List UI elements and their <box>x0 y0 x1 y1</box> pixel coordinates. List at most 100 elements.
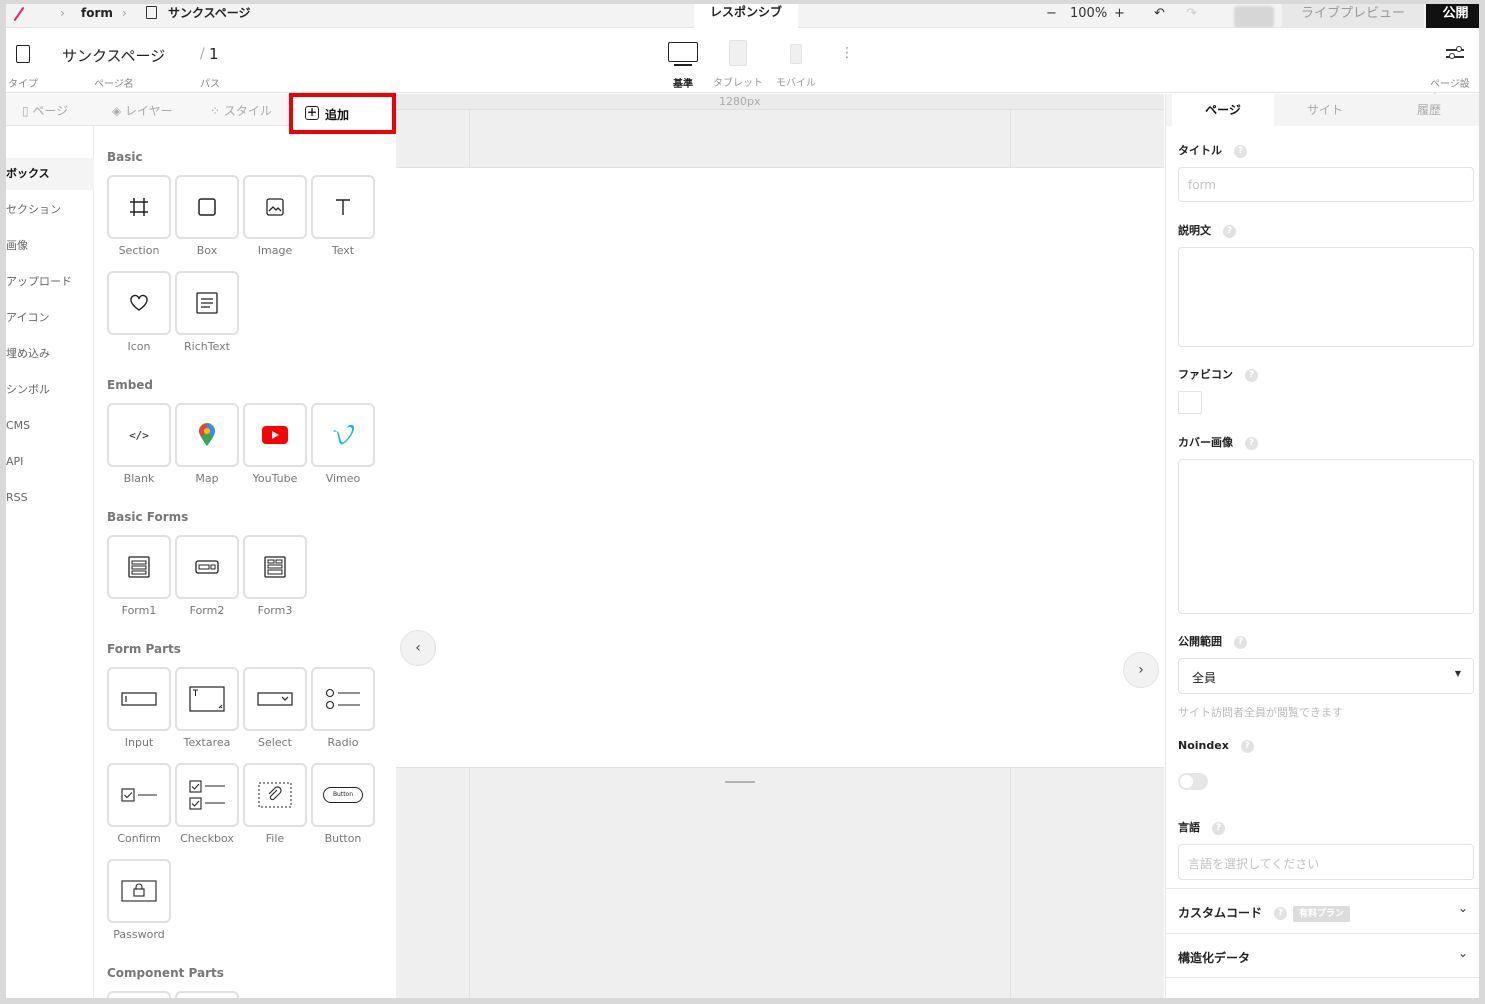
page-name-field[interactable]: サンクスページ <box>62 45 165 66</box>
avatar[interactable] <box>1234 6 1274 28</box>
tab-responsive[interactable]: レスポンシブ <box>694 4 798 28</box>
chevron-down-icon: ▼ <box>1454 669 1461 678</box>
description-textarea[interactable] <box>1178 247 1474 347</box>
description-label: 説明文? <box>1178 222 1236 238</box>
tile-text[interactable] <box>311 175 375 239</box>
tab-add[interactable]: + 追加 <box>289 93 396 134</box>
tab-style[interactable]: ⁘ スタイル <box>210 102 272 119</box>
help-icon[interactable]: ? <box>1234 635 1247 649</box>
category-api[interactable]: API <box>6 446 94 478</box>
category-cms[interactable]: CMS <box>6 410 94 442</box>
category-upload[interactable]: アップロード <box>6 266 94 298</box>
tile-confirm[interactable] <box>107 763 171 827</box>
category-rss[interactable]: RSS <box>6 482 94 514</box>
richtext-icon <box>196 292 218 314</box>
page-settings-icon[interactable] <box>1446 46 1464 60</box>
tab-history[interactable]: 履歴 <box>1378 94 1480 126</box>
breadcrumb-page[interactable]: サンクスページ <box>168 4 251 24</box>
help-icon[interactable]: ? <box>1212 821 1225 835</box>
tile-input[interactable] <box>107 667 171 731</box>
cover-image-upload[interactable] <box>1178 459 1474 614</box>
live-preview-button[interactable]: ライブプレビュー <box>1282 4 1424 28</box>
undo-icon[interactable]: ↶ <box>1154 6 1165 22</box>
tile-blank[interactable]: </> <box>107 403 171 467</box>
group-title-basic: Basic <box>107 150 143 164</box>
properties-tabs: ページ サイト 履歴 <box>1166 94 1480 126</box>
zoom-out-button[interactable]: − <box>1046 6 1057 22</box>
tile-radio[interactable] <box>311 667 375 731</box>
tile-password[interactable] <box>107 859 171 923</box>
help-icon[interactable]: ? <box>1245 368 1258 382</box>
chevron-down-icon: ⌄ <box>1457 901 1468 915</box>
tile-map[interactable] <box>175 403 239 467</box>
section-icon <box>130 198 148 216</box>
tile-icon[interactable] <box>107 271 171 335</box>
device-tablet[interactable]: タブレット <box>710 40 766 89</box>
tile-textarea[interactable] <box>175 667 239 731</box>
tile-section[interactable] <box>107 175 171 239</box>
category-box[interactable]: ボックス <box>6 158 94 190</box>
tab-page-settings[interactable]: ページ <box>1172 94 1274 126</box>
page-canvas[interactable] <box>396 167 1164 768</box>
custom-code-section[interactable]: カスタムコード? 有料プラン ⌄ <box>1166 888 1480 933</box>
tile-form1[interactable] <box>107 535 171 599</box>
tile-box[interactable] <box>175 175 239 239</box>
zoom-in-button[interactable]: + <box>1114 6 1125 22</box>
category-embed[interactable]: 埋め込み <box>6 338 94 370</box>
title-input[interactable]: form <box>1178 167 1474 202</box>
tile-component[interactable] <box>107 991 171 1001</box>
tile-select[interactable] <box>243 667 307 731</box>
page-type-icon[interactable] <box>16 45 30 63</box>
tile-button[interactable]: Button <box>311 763 375 827</box>
device-mobile[interactable]: モバイル <box>770 44 822 89</box>
device-desktop[interactable]: 基準 <box>662 42 704 90</box>
collapse-left-button[interactable]: ‹ <box>400 630 436 666</box>
collapse-right-button[interactable]: › <box>1123 652 1159 688</box>
tile-checkbox[interactable] <box>175 763 239 827</box>
noindex-toggle[interactable] <box>1178 773 1208 790</box>
tab-site-settings[interactable]: サイト <box>1274 94 1376 126</box>
publish-button[interactable]: 公開 <box>1426 4 1485 30</box>
category-section[interactable]: セクション <box>6 194 94 226</box>
tab-layer[interactable]: ◈ レイヤー <box>112 102 173 119</box>
tile-vimeo[interactable] <box>311 403 375 467</box>
form3-icon <box>264 556 286 578</box>
help-icon[interactable]: ? <box>1234 144 1247 158</box>
category-symbol[interactable]: シンボル <box>6 374 94 406</box>
top-bar: › form › サンクスページ レスポンシブ − 100% + ↶ ↷ ライブ… <box>6 4 1485 30</box>
breadcrumb-site[interactable]: form <box>81 4 113 24</box>
properties-panel: ページ サイト 履歴 タイトル? form 説明文? ファビコン? カバー画像?… <box>1165 94 1480 998</box>
help-icon[interactable]: ? <box>1245 436 1258 450</box>
structured-data-section[interactable]: 構造化データ ⌄ <box>1166 933 1480 978</box>
tile-label: RichText <box>184 340 230 353</box>
ruler-width-label: 1280px <box>719 95 761 108</box>
tile-youtube[interactable] <box>243 403 307 467</box>
noindex-label: Noindex? <box>1178 739 1254 753</box>
tile-image[interactable] <box>243 175 307 239</box>
tile-richtext[interactable] <box>175 271 239 335</box>
tab-page[interactable]: ▯ ページ <box>22 102 68 119</box>
help-icon[interactable]: ? <box>1223 224 1236 238</box>
path-field[interactable]: 1 <box>209 45 219 63</box>
more-icon[interactable]: ⋮ <box>840 46 854 60</box>
visibility-select[interactable]: 全員 ▼ <box>1178 658 1474 694</box>
tile-file[interactable] <box>243 763 307 827</box>
text-icon <box>336 199 350 215</box>
category-image[interactable]: 画像 <box>6 230 94 262</box>
redo-icon[interactable]: ↷ <box>1186 6 1197 22</box>
language-label: 言語? <box>1178 819 1225 835</box>
tile-form2[interactable] <box>175 535 239 599</box>
favicon-upload[interactable] <box>1178 391 1202 414</box>
help-icon[interactable]: ? <box>1274 907 1288 920</box>
mobile-icon <box>790 44 802 64</box>
tile-form3[interactable] <box>243 535 307 599</box>
help-icon[interactable]: ? <box>1240 739 1254 753</box>
radio-icon <box>325 688 360 710</box>
element-library: Basic Section Box Image Text Icon RichTe… <box>95 126 395 1001</box>
button-icon: Button <box>323 787 363 803</box>
tile-component[interactable] <box>175 991 239 1001</box>
language-select[interactable]: 言語を選択してください <box>1178 844 1474 880</box>
app-logo[interactable] <box>13 6 25 22</box>
category-icon[interactable]: アイコン <box>6 302 94 334</box>
resize-handle[interactable] <box>725 781 755 783</box>
